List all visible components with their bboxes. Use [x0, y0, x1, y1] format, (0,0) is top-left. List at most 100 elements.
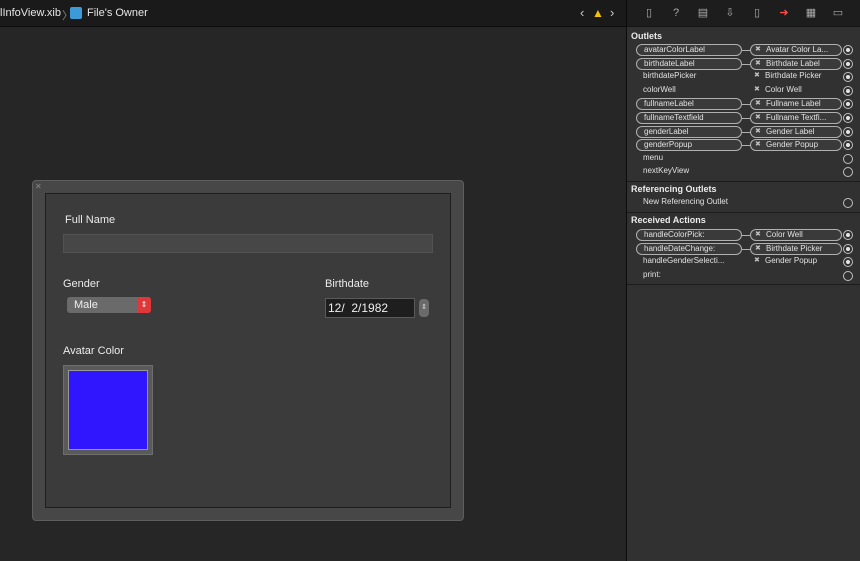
connection-line — [742, 104, 750, 105]
avatar-color-label: Avatar Color — [63, 345, 124, 357]
breadcrumb-file[interactable]: lInfoView.xib — [0, 7, 61, 19]
connection-circle-icon[interactable] — [843, 72, 853, 82]
connection-line — [742, 145, 750, 146]
warning-icon[interactable]: ▲ — [592, 6, 604, 20]
connection-row[interactable]: handleGenderSelecti...✖Gender Popup — [627, 256, 860, 268]
outlet-name: print: — [636, 270, 742, 282]
file-icon[interactable]: ▯ — [643, 7, 655, 20]
connection-target[interactable]: ✖Fullname Label — [750, 98, 842, 110]
disconnect-icon[interactable]: ✖ — [755, 140, 761, 150]
connection-row[interactable]: genderPopup✖Gender Popup — [627, 139, 860, 151]
target-label: Fullname Textfi... — [766, 113, 826, 122]
target-label: Birthdate Picker — [766, 244, 822, 253]
connection-circle-icon[interactable] — [843, 257, 853, 267]
back-icon[interactable]: ‹ — [580, 5, 584, 20]
connection-row[interactable]: fullnameLabel✖Fullname Label — [627, 98, 860, 110]
birthdate-picker[interactable]: 12/ 2/1982 — [325, 298, 415, 318]
connection-target[interactable]: ✖ Fullname Textfi... — [750, 112, 842, 124]
connection-target[interactable]: ✖ Gender Popup — [750, 256, 842, 268]
connection-target[interactable]: ✖Color Well — [750, 229, 842, 241]
connection-circle-icon[interactable] — [843, 244, 853, 254]
interface-builder-canvas[interactable]: ✕ Full Name Gender Male ⇕ Birthdate 12/ … — [0, 28, 625, 561]
outlet-name: fullnameTextfield — [636, 112, 742, 124]
connection-line — [742, 235, 750, 236]
color-swatch — [68, 370, 148, 450]
forward-icon[interactable]: › — [610, 5, 614, 20]
connection-row[interactable]: avatarColorLabel✖Avatar Color La... — [627, 44, 860, 56]
disconnect-icon[interactable]: ✖ — [755, 45, 761, 55]
outlet-name: menu — [636, 153, 742, 165]
disconnect-icon[interactable]: ✖ — [755, 127, 761, 137]
fullname-textfield[interactable] — [63, 234, 433, 253]
connection-line — [742, 249, 750, 250]
connection-circle-icon[interactable] — [843, 127, 853, 137]
connection-circle-icon[interactable] — [843, 167, 853, 177]
connection-circle-icon[interactable] — [843, 140, 853, 150]
size-icon[interactable]: ▯ — [751, 7, 763, 20]
connection-circle-icon[interactable] — [843, 230, 853, 240]
identity-icon[interactable]: ▤ — [697, 7, 709, 20]
connection-row[interactable]: genderLabel✖Gender Label — [627, 126, 860, 138]
effects-icon[interactable]: ▭ — [832, 7, 844, 20]
connection-line — [742, 50, 750, 51]
disconnect-icon[interactable]: ✖ — [754, 71, 760, 81]
connection-circle-icon[interactable] — [843, 154, 853, 164]
connection-circle-icon[interactable] — [843, 271, 853, 281]
birthdate-label: Birthdate — [325, 278, 369, 290]
inspector-tabs: ▯? ▤ ⇩ ▯ ➜ ▦ ▭ — [627, 0, 860, 27]
target-label: Gender Popup — [765, 256, 817, 265]
target-label: Color Well — [765, 85, 802, 94]
bindings-icon[interactable]: ▦ — [805, 7, 817, 20]
gender-value: Male — [74, 299, 98, 311]
connection-row[interactable]: menu — [627, 153, 860, 165]
disconnect-icon[interactable]: ✖ — [754, 256, 760, 266]
connection-row[interactable]: nextKeyView — [627, 166, 860, 178]
connection-circle-icon[interactable] — [843, 99, 853, 109]
close-icon[interactable]: ✕ — [35, 182, 42, 191]
connection-circle-icon[interactable] — [843, 198, 853, 208]
connection-row[interactable]: handleDateChange:✖Birthdate Picker — [627, 243, 860, 255]
connection-target[interactable]: ✖Gender Label — [750, 126, 842, 138]
disconnect-icon[interactable]: ✖ — [755, 230, 761, 240]
connection-circle-icon[interactable] — [843, 113, 853, 123]
connection-circle-icon[interactable] — [843, 45, 853, 55]
connection-target[interactable]: ✖ Color Well — [750, 85, 842, 97]
attributes-icon[interactable]: ⇩ — [724, 7, 736, 20]
divider — [627, 284, 860, 285]
connection-target[interactable]: ✖ Avatar Color La... — [750, 44, 842, 56]
connection-target[interactable]: ✖Gender Popup — [750, 139, 842, 151]
connection-circle-icon[interactable] — [843, 59, 853, 69]
disconnect-icon[interactable]: ✖ — [755, 99, 761, 109]
cube-icon — [70, 7, 82, 19]
connection-target[interactable]: ✖ Birthdate Picker — [750, 243, 842, 255]
connection-row[interactable]: handleColorPick: ✖Color Well — [627, 229, 860, 241]
connection-target[interactable]: ✖Birthdate Picker — [750, 71, 842, 83]
connections-icon[interactable]: ➜ — [778, 7, 790, 20]
connections-inspector: ▯?▤⇩▯➜▦▭ OutletsavatarColorLabel✖Avatar … — [626, 0, 860, 561]
connection-row[interactable]: colorWell✖Color Well — [627, 85, 860, 97]
connection-row[interactable]: birthdatePicker ✖Birthdate Picker — [627, 71, 860, 83]
connection-target[interactable]: ✖Birthdate Label — [750, 58, 842, 70]
fullname-label: Full Name — [65, 214, 115, 226]
outlet-name: New Referencing Outlet — [636, 197, 742, 209]
connection-row[interactable]: fullnameTextfield ✖ Fullname Textfi... — [627, 112, 860, 124]
outlet-name: birthdatePicker — [636, 71, 742, 83]
outlet-name: handleColorPick: — [636, 229, 742, 241]
jump-bar: lInfoView.xib 〉 File's Owner ‹ ▲ › — [0, 0, 626, 27]
disconnect-icon[interactable]: ✖ — [754, 85, 760, 95]
color-well[interactable] — [63, 365, 153, 455]
window[interactable]: ✕ Full Name Gender Male ⇕ Birthdate 12/ … — [32, 180, 464, 521]
connection-row[interactable]: New Referencing Outlet — [627, 197, 860, 209]
disconnect-icon[interactable]: ✖ — [755, 244, 761, 254]
connection-row[interactable]: print: — [627, 270, 860, 282]
help-icon[interactable]: ? — [670, 7, 682, 20]
content-view[interactable]: Full Name Gender Male ⇕ Birthdate 12/ 2/… — [45, 193, 451, 508]
breadcrumb-item[interactable]: File's Owner — [87, 7, 148, 19]
connection-circle-icon[interactable] — [843, 86, 853, 96]
gender-popup[interactable]: Male ⇕ — [67, 297, 151, 313]
disconnect-icon[interactable]: ✖ — [755, 113, 761, 123]
connection-row[interactable]: birthdateLabel✖Birthdate Label — [627, 58, 860, 70]
date-stepper[interactable]: ⇕ — [419, 299, 429, 317]
target-label: Avatar Color La... — [766, 45, 828, 54]
disconnect-icon[interactable]: ✖ — [755, 59, 761, 69]
